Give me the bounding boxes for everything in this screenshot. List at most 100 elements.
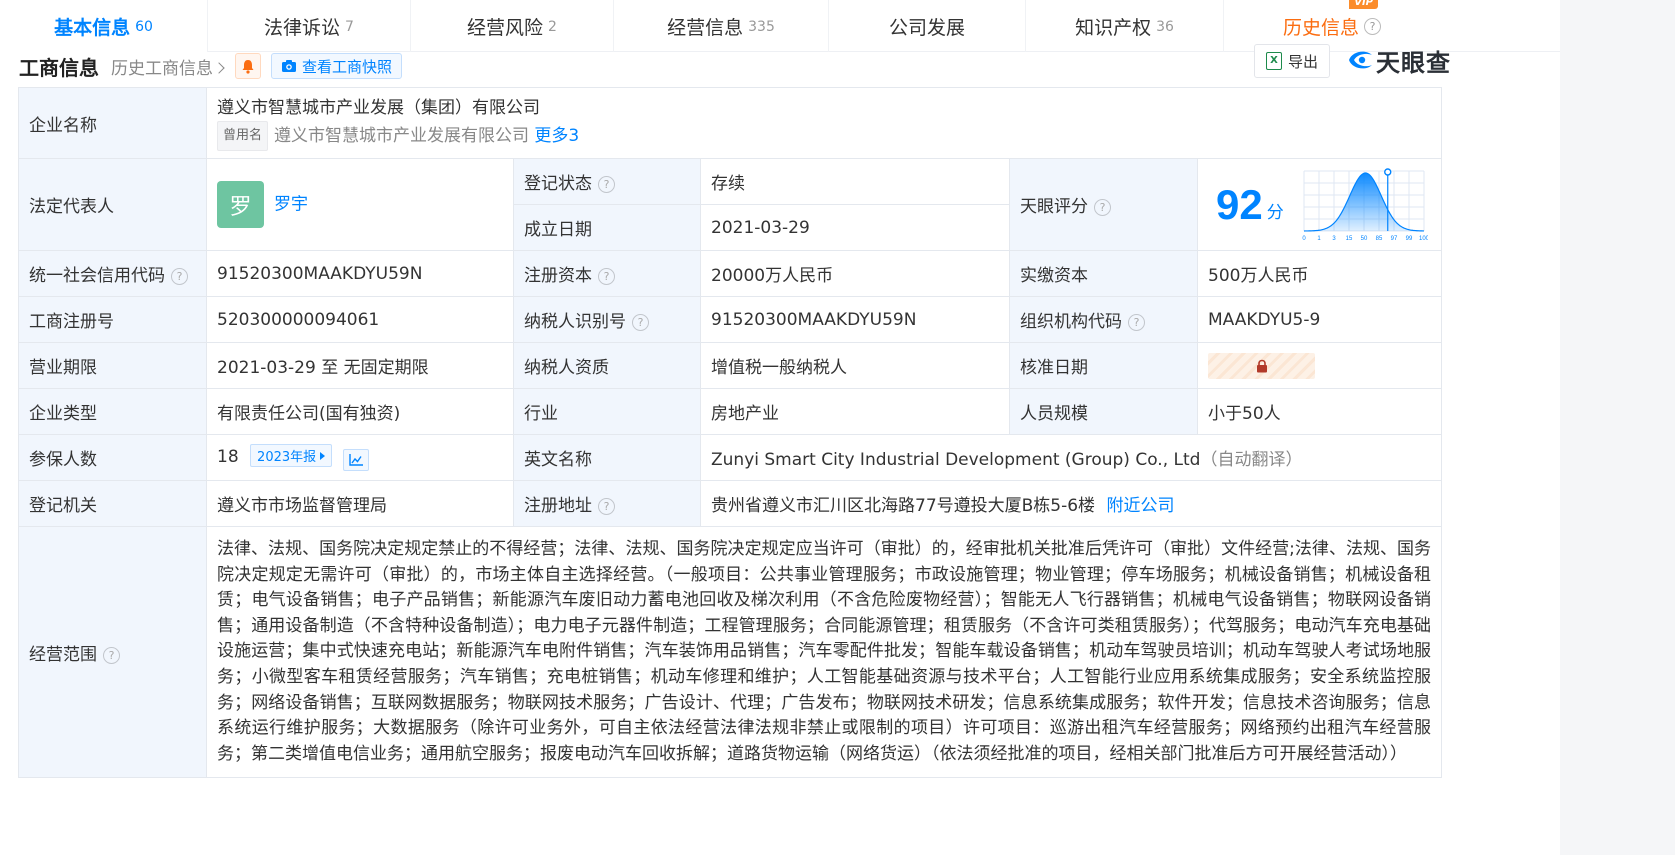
industry-label: 行业	[513, 388, 701, 435]
question-icon[interactable]: ?	[598, 176, 615, 193]
staff-size: 小于50人	[1196, 388, 1443, 435]
locked-value-button[interactable]	[1208, 352, 1315, 379]
tick-label: 1	[1317, 236, 1321, 242]
tab-development[interactable]: 公司发展	[829, 0, 1026, 52]
score-label: 天眼评分	[1020, 197, 1088, 217]
score-marker-dot	[1383, 167, 1392, 176]
tab-label: 基本信息	[54, 16, 131, 39]
history-info-link[interactable]: 历史工商信息	[111, 54, 225, 79]
camera-icon	[282, 60, 296, 72]
english-name-label: 英文名称	[513, 434, 701, 481]
avatar[interactable]: 罗	[217, 181, 264, 228]
snapshot-label: 查看工商快照	[302, 57, 393, 76]
question-icon[interactable]: ?	[1094, 199, 1111, 216]
export-label: 导出	[1287, 52, 1318, 71]
table-row: 企业名称 遵义市智慧城市产业发展（集团）有限公司 曾用名 遵义市智慧城市产业发展有…	[18, 87, 1443, 159]
score-label-cell: 天眼评分?	[1009, 158, 1198, 251]
tick-label: 97	[1390, 236, 1397, 242]
type-label: 企业类型	[18, 388, 207, 435]
question-icon[interactable]: ?	[598, 268, 615, 285]
approve-date-cell	[1196, 342, 1443, 389]
score-curve-area	[1303, 172, 1424, 231]
industry: 房地产业	[700, 388, 1010, 435]
authority-label: 登记机关	[18, 480, 207, 527]
used-name-tag: 曾用名	[217, 121, 269, 151]
legal-rep-label: 法定代表人	[18, 158, 207, 251]
tab-label: 公司发展	[888, 16, 965, 39]
org-code-label-cell: 组织机构代码?	[1009, 296, 1198, 343]
auto-translate-note: （自动翻译）	[1200, 450, 1303, 470]
table-row: 登记机关 遵义市市场监督管理局 注册地址? 贵州省遵义市汇川区北海路77号遵投大…	[18, 480, 1443, 527]
tab-legal[interactable]: 法律诉讼 7	[208, 0, 411, 52]
reg-capital-label: 注册资本	[524, 266, 592, 286]
tick-label: 85	[1375, 236, 1382, 242]
trend-chart-icon	[348, 454, 363, 466]
history-link-label: 历史工商信息	[111, 58, 213, 79]
tab-count: 335	[748, 19, 775, 35]
tick-label: 3	[1332, 236, 1336, 242]
tab-label: 知识产权	[1075, 16, 1152, 39]
taxpayer-qual-label: 纳税人资质	[513, 342, 701, 389]
export-button[interactable]: X 导出	[1254, 44, 1330, 78]
status-label: 登记状态	[524, 174, 592, 194]
lock-icon	[1256, 359, 1267, 372]
more-used-names-link[interactable]: 更多3	[534, 126, 579, 146]
tab-label: 经营信息	[667, 16, 744, 39]
question-icon[interactable]: ?	[1128, 314, 1145, 331]
reg-no: 520300000094061	[206, 296, 514, 343]
question-icon[interactable]: ?	[171, 268, 188, 285]
table-row: 工商注册号 520300000094061 纳税人识别号? 91520300MA…	[18, 296, 1443, 343]
tick-label: 50	[1360, 236, 1367, 242]
used-name: 遵义市智慧城市产业发展有限公司	[274, 126, 530, 146]
question-icon[interactable]: ?	[103, 646, 120, 664]
score-distribution-chart: 0 1 3 15 50 85 97 99 100	[1302, 167, 1428, 242]
tab-label: 历史信息	[1282, 16, 1359, 39]
score-widget[interactable]: 92 分 0 1 3 15 50 85 97 99 100	[1204, 167, 1435, 243]
insured-label: 参保人数	[18, 434, 207, 481]
annual-report-button[interactable]: 2023年报	[250, 444, 333, 467]
taxpayer-id: 91520300MAAKDYU59N	[700, 296, 1010, 343]
score-number: 92	[1216, 180, 1263, 228]
tab-label: 经营风险	[467, 16, 544, 39]
table-row: 企业类型 有限责任公司(国有独资) 行业 房地产业 人员规模 小于50人	[18, 388, 1443, 435]
paid-capital: 500万人民币	[1196, 250, 1443, 297]
tab-label: 法律诉讼	[264, 16, 341, 39]
nearby-companies-link[interactable]: 附近公司	[1106, 496, 1174, 516]
type: 有限责任公司(国有独资)	[206, 388, 514, 435]
insured-count: 18	[217, 447, 239, 467]
table-row: 经营范围? 法律、法规、国务院决定规定禁止的不得经营；法律、法规、国务院决定规定…	[18, 525, 1443, 779]
bell-icon	[242, 59, 254, 74]
snapshot-button[interactable]: 查看工商快照	[271, 53, 403, 79]
address-label-cell: 注册地址?	[513, 480, 701, 527]
tab-basic-info[interactable]: 基本信息 60	[0, 0, 208, 52]
tab-risk[interactable]: 经营风险 2	[411, 0, 614, 52]
tick-label: 100	[1419, 236, 1428, 242]
right-gutter	[1560, 0, 1675, 855]
taxpayer-qual: 增值税一般纳税人	[700, 342, 1010, 389]
tab-ip[interactable]: 知识产权 36	[1026, 0, 1224, 52]
bell-button[interactable]	[235, 53, 261, 79]
vip-badge: VIP	[1349, 0, 1378, 9]
annual-report-label: 2023年报	[257, 450, 317, 465]
org-code-label: 组织机构代码	[1020, 312, 1122, 332]
status-label-cell: 登记状态?	[513, 158, 701, 205]
table-row: 统一社会信用代码? 91520300MAAKDYU59N 注册资本? 20000…	[18, 250, 1443, 297]
paid-capital-label: 实缴资本	[1009, 250, 1198, 297]
question-icon[interactable]: ?	[598, 498, 615, 515]
authority: 遵义市市场监督管理局	[206, 480, 514, 527]
reg-capital-label-cell: 注册资本?	[513, 250, 701, 297]
question-icon[interactable]: ?	[632, 314, 649, 331]
company-name: 遵义市智慧城市产业发展（集团）有限公司	[217, 98, 540, 118]
credit-code: 91520300MAAKDYU59N	[206, 250, 514, 297]
score-cell[interactable]: 92 分 0 1 3 15 50 85 97 99 100	[1196, 158, 1443, 251]
tab-operation[interactable]: 经营信息 335	[614, 0, 829, 52]
staff-size-label: 人员规模	[1009, 388, 1198, 435]
trend-chart-button[interactable]	[342, 449, 369, 471]
question-icon[interactable]: ?	[1364, 17, 1381, 35]
table-row: 参保人数 18 2023年报 英文名称 Zunyi Smart City Ind…	[18, 434, 1443, 481]
tab-count: 60	[135, 19, 153, 35]
org-code: MAAKDYU5-9	[1196, 296, 1443, 343]
legal-rep-link[interactable]: 罗宇	[274, 195, 308, 215]
tianyancha-logo: 天眼查	[1346, 44, 1451, 77]
address-cell: 贵州省遵义市汇川区北海路77号遵投大厦B栋5-6楼 附近公司	[699, 480, 1443, 527]
